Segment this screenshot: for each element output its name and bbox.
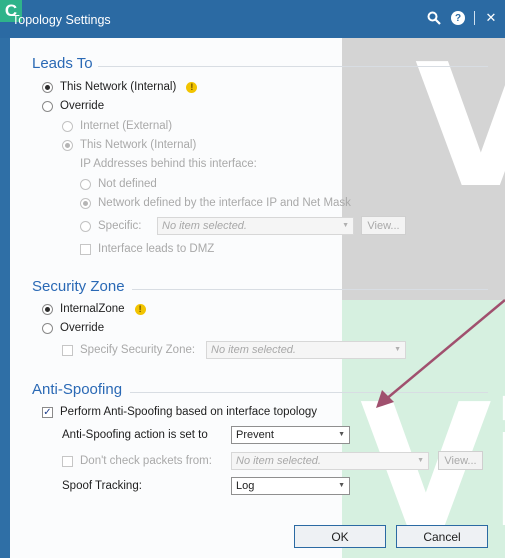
window-title: Topology Settings <box>12 13 111 27</box>
search-icon[interactable] <box>426 10 442 26</box>
title-bar-actions: ? ✕ <box>426 10 499 26</box>
dialog-content: V Vi Leads To This Network (Internal) ! … <box>10 38 505 558</box>
title-bar: C Topology Settings ? ✕ <box>0 0 505 38</box>
title-separator <box>474 11 475 25</box>
help-icon[interactable]: ? <box>450 10 466 26</box>
topology-settings-window: C Topology Settings ? ✕ V Vi Leads To Th… <box>0 0 505 558</box>
annotation-arrow <box>376 299 505 408</box>
close-icon[interactable]: ✕ <box>483 10 499 26</box>
